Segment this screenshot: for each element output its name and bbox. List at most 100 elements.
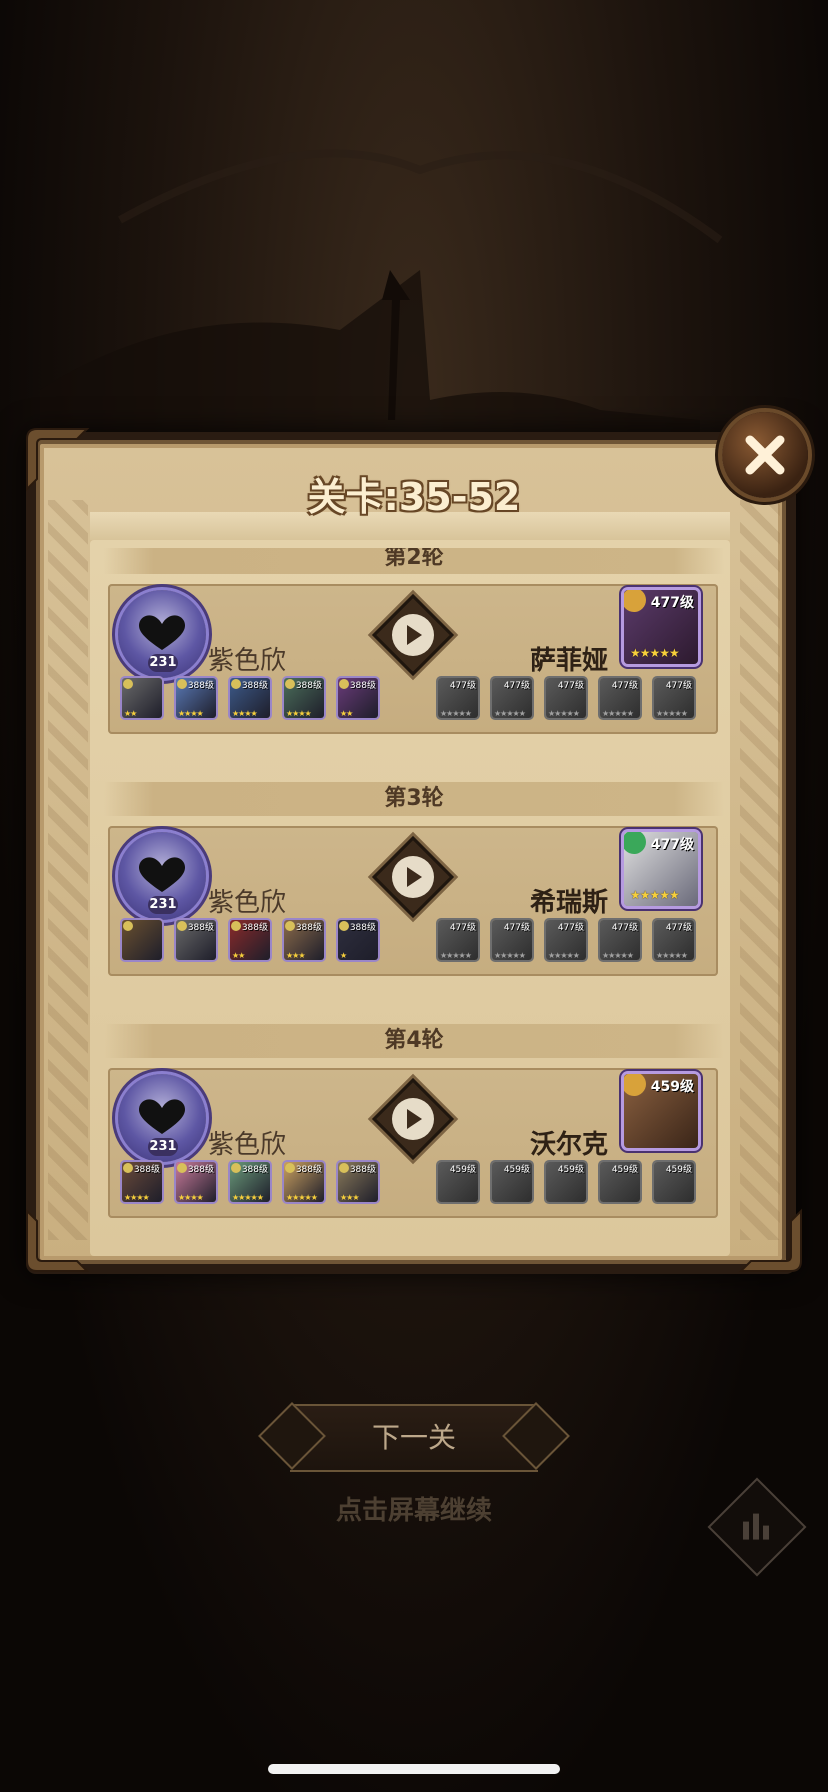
hero-level: 388级 bbox=[241, 681, 268, 691]
hero-level: 477级 bbox=[611, 923, 638, 933]
player-hero-slot[interactable] bbox=[122, 920, 162, 960]
close-button[interactable] bbox=[722, 412, 808, 498]
enemy-hero-slot[interactable]: 477级 ★★★★★ bbox=[654, 678, 694, 718]
player-hero-slot[interactable]: ★★ bbox=[122, 678, 162, 718]
home-indicator bbox=[268, 1764, 560, 1774]
player-hero-slot[interactable]: 388级 ★★★★ bbox=[230, 678, 270, 718]
hero-stars: ★★★★★ bbox=[602, 951, 634, 960]
hero-stars: ★★★★ bbox=[124, 1193, 150, 1202]
enemy-hero-slot[interactable]: 477级 ★★★★★ bbox=[600, 678, 640, 718]
enemy-hero-slot[interactable]: 459级 bbox=[600, 1162, 640, 1202]
hero-level: 459级 bbox=[557, 1165, 584, 1175]
hero-stars: ★★★ bbox=[340, 1193, 359, 1202]
hero-stars: ★★★★ bbox=[232, 709, 258, 718]
player-hero-slot[interactable]: 388级 ★★★★ bbox=[176, 1162, 216, 1202]
player-name: 紫色欣 bbox=[208, 1130, 287, 1160]
player-level: 231 bbox=[148, 896, 178, 914]
enemy-hero-slot[interactable]: 477级 ★★★★★ bbox=[546, 678, 586, 718]
enemy-hero-slot[interactable]: 477级 ★★★★★ bbox=[492, 920, 532, 960]
heart-hands-icon bbox=[138, 857, 186, 892]
tap-to-continue-hint: 点击屏幕继续 bbox=[335, 1496, 492, 1526]
replay-button[interactable] bbox=[371, 593, 455, 677]
enemy-hero-slot[interactable]: 477级 ★★★★★ bbox=[654, 920, 694, 960]
corner-ornament-bottom-left bbox=[26, 1208, 90, 1272]
player-name: 紫色欣 bbox=[208, 646, 287, 676]
hero-stars: ★★★★★ bbox=[548, 951, 580, 960]
player-hero-slot[interactable]: 388级 ★★★★ bbox=[176, 678, 216, 718]
hero-stars: ★★★★ bbox=[286, 709, 312, 718]
enemy-hero-slot[interactable]: 459级 bbox=[654, 1162, 694, 1202]
round-header: 第4轮 bbox=[104, 1024, 724, 1058]
panel-right-ornament bbox=[740, 500, 780, 1240]
play-icon bbox=[407, 625, 422, 645]
enemy-hero-slot[interactable]: 477级 ★★★★★ bbox=[438, 678, 478, 718]
enemy-hero-slot[interactable]: 459级 bbox=[438, 1162, 478, 1202]
faction-icon bbox=[123, 1163, 133, 1173]
hero-level: 388级 bbox=[295, 681, 322, 691]
boss-stars: ★★★★★ bbox=[630, 888, 680, 902]
heart-hands-icon bbox=[138, 615, 186, 650]
hero-stars: ★★ bbox=[232, 951, 245, 960]
player-hero-slot[interactable]: 388级 ★ bbox=[338, 920, 378, 960]
faction-icon bbox=[231, 1163, 241, 1173]
enemy-boss-portrait[interactable]: 459级 bbox=[624, 1074, 698, 1148]
replay-button[interactable] bbox=[371, 835, 455, 919]
hero-level: 388级 bbox=[241, 1165, 268, 1175]
enemy-boss-portrait[interactable]: 477级 ★★★★★ bbox=[624, 590, 698, 664]
hero-level: 477级 bbox=[665, 681, 692, 691]
hero-stars: ★★ bbox=[340, 709, 353, 718]
faction-icon bbox=[177, 1163, 187, 1173]
player-avatar[interactable]: 231 bbox=[118, 832, 206, 920]
enemy-hero-slot[interactable]: 477级 ★★★★★ bbox=[600, 920, 640, 960]
hero-level: 388级 bbox=[349, 923, 376, 933]
enemy-hero-slot[interactable]: 459级 bbox=[546, 1162, 586, 1202]
round-card: 231 紫色欣 希瑞斯 477级 ★★★★★ 388级 388级 ★★ 388级 ★★★… bbox=[108, 826, 718, 976]
round-header: 第3轮 bbox=[104, 782, 724, 816]
faction-icon bbox=[231, 921, 241, 931]
player-avatar[interactable]: 231 bbox=[118, 590, 206, 678]
faction-icon bbox=[285, 679, 295, 689]
faction-icon bbox=[177, 921, 187, 931]
faction-icon bbox=[624, 832, 646, 854]
hero-level: 388级 bbox=[187, 681, 214, 691]
hero-level: 477级 bbox=[557, 923, 584, 933]
enemy-hero-slot[interactable]: 477级 ★★★★★ bbox=[546, 920, 586, 960]
enemy-hero-slot[interactable]: 477级 ★★★★★ bbox=[492, 678, 532, 718]
player-hero-slot[interactable]: 388级 ★★ bbox=[230, 920, 270, 960]
player-hero-slot[interactable]: 388级 ★★★★★ bbox=[284, 1162, 324, 1202]
round-card: 231 紫色欣 萨菲娅 477级 ★★★★★ ★★ 388级 ★★★★ 388级 ★★★… bbox=[108, 584, 718, 734]
hero-stars: ★★★★★ bbox=[656, 951, 688, 960]
hero-level: 388级 bbox=[295, 1165, 322, 1175]
enemy-name: 萨菲娅 bbox=[529, 646, 608, 676]
next-stage-button[interactable]: 下一关 bbox=[290, 1404, 538, 1472]
close-icon bbox=[745, 435, 785, 475]
player-avatar[interactable]: 231 bbox=[118, 1074, 206, 1162]
bar-chart-icon bbox=[743, 1513, 769, 1540]
enemy-hero-slot[interactable]: 477级 ★★★★★ bbox=[438, 920, 478, 960]
hero-stars: ★★★★ bbox=[178, 709, 204, 718]
player-level: 231 bbox=[148, 1138, 178, 1156]
player-hero-slot[interactable]: 388级 ★★★ bbox=[338, 1162, 378, 1202]
player-hero-slot[interactable]: 388级 ★★★★ bbox=[284, 678, 324, 718]
player-hero-slot[interactable]: 388级 ★★★★★ bbox=[230, 1162, 270, 1202]
replay-button[interactable] bbox=[371, 1077, 455, 1161]
player-level: 231 bbox=[148, 654, 178, 672]
hero-stars: ★★★★★ bbox=[548, 709, 580, 718]
round-label: 第3轮 bbox=[384, 786, 444, 811]
hero-level: 477级 bbox=[503, 681, 530, 691]
enemy-hero-slot[interactable]: 459级 bbox=[492, 1162, 532, 1202]
player-hero-slot[interactable]: 388级 ★★★ bbox=[284, 920, 324, 960]
hero-level: 388级 bbox=[133, 1165, 160, 1175]
player-hero-slot[interactable]: 388级 ★★★★ bbox=[122, 1162, 162, 1202]
boss-stars: ★★★★★ bbox=[630, 646, 680, 660]
round-label: 第4轮 bbox=[384, 1028, 444, 1053]
player-hero-slot[interactable]: 388级 ★★ bbox=[338, 678, 378, 718]
hero-level: 388级 bbox=[349, 681, 376, 691]
hero-level: 459级 bbox=[503, 1165, 530, 1175]
player-hero-slot[interactable]: 388级 bbox=[176, 920, 216, 960]
boss-level: 459级 bbox=[650, 1079, 694, 1095]
hero-stars: ★★★★★ bbox=[602, 709, 634, 718]
player-name: 紫色欣 bbox=[208, 888, 287, 918]
enemy-boss-portrait[interactable]: 477级 ★★★★★ bbox=[624, 832, 698, 906]
hero-stars: ★★★★★ bbox=[286, 1193, 318, 1202]
